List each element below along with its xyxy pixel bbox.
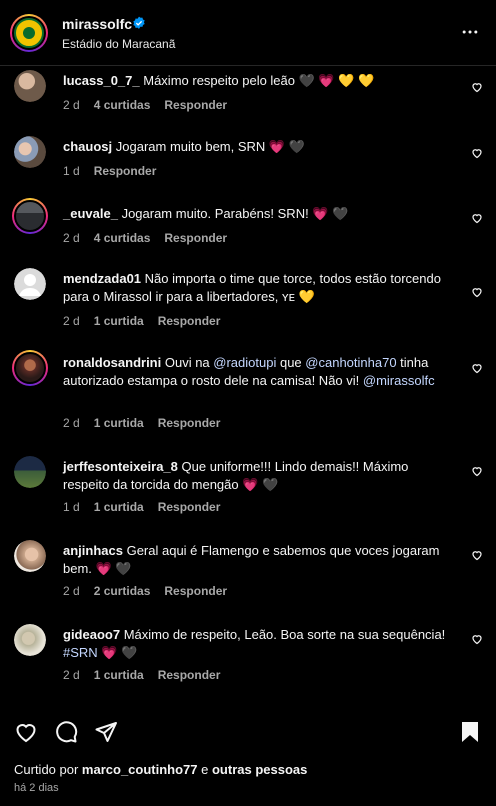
reply-button[interactable]: Responder: [164, 98, 227, 112]
heart-icon[interactable]: [471, 147, 483, 159]
heart-icon[interactable]: [471, 465, 483, 477]
comment-username[interactable]: _euvale_: [63, 206, 118, 221]
commenter-avatar[interactable]: [14, 540, 46, 572]
comment-text: Jogaram muito. Parabéns! SRN! 💗 🖤: [121, 206, 349, 221]
heart-icon[interactable]: [471, 81, 483, 93]
comment-text-part: Máximo de respeito, Leão. Boa sorte na s…: [123, 627, 446, 642]
comment-text-part: Ouvi na: [164, 355, 214, 370]
comment-time: 2 d: [63, 98, 80, 112]
commenter-avatar[interactable]: [12, 198, 48, 234]
commenter-avatar[interactable]: [12, 350, 48, 386]
heart-icon[interactable]: [471, 286, 483, 298]
comment-time: 2 d: [63, 584, 80, 598]
comment-time: 2 d: [63, 668, 80, 682]
comment-username[interactable]: jerffesonteixeira_8: [63, 459, 178, 474]
comment-username[interactable]: lucass_0_7_: [63, 73, 140, 88]
post-header: mirassolfc Estádio do Maracanã: [0, 0, 496, 66]
liked-by-others[interactable]: outras pessoas: [212, 762, 307, 777]
heart-icon[interactable]: [471, 212, 483, 224]
likes-summary: Curtido por marco_coutinho77 e outras pe…: [14, 762, 307, 777]
hashtag-link[interactable]: #SRN: [63, 645, 98, 660]
verified-badge-icon: [133, 16, 145, 29]
reply-button[interactable]: Responder: [164, 584, 227, 598]
comment-username[interactable]: chauosj: [63, 139, 112, 154]
comment-time: 2 d: [63, 231, 80, 245]
comment-username[interactable]: mendzada01: [63, 271, 141, 286]
liked-by-user[interactable]: marco_coutinho77: [82, 762, 198, 777]
comment-text: Máximo respeito pelo leão 🖤 💗 💛 💛: [143, 73, 375, 88]
comment-text-part: 💗 🖤: [97, 645, 138, 660]
like-heart-icon[interactable]: [14, 720, 38, 744]
comment-text-part: que: [276, 355, 306, 370]
commenter-avatar[interactable]: [14, 456, 46, 488]
comment-likes-count[interactable]: 1 curtida: [94, 416, 144, 430]
more-options-icon[interactable]: [460, 22, 480, 42]
commenter-avatar[interactable]: [14, 624, 46, 656]
heart-icon[interactable]: [471, 362, 483, 374]
post-location[interactable]: Estádio do Maracanã: [62, 37, 175, 51]
mention-link[interactable]: @canhotinha70: [305, 355, 396, 370]
comment-likes-count[interactable]: 1 curtida: [94, 500, 144, 514]
profile-username[interactable]: mirassolfc: [62, 16, 132, 32]
reply-button[interactable]: Responder: [158, 416, 221, 430]
comment-likes-count[interactable]: 1 curtida: [94, 314, 144, 328]
mention-link[interactable]: @radiotupi: [213, 355, 276, 370]
comment-username[interactable]: ronaldosandrini: [63, 355, 161, 370]
heart-icon[interactable]: [471, 549, 483, 561]
reply-button[interactable]: Responder: [158, 314, 221, 328]
comment-icon[interactable]: [54, 720, 78, 744]
heart-icon[interactable]: [471, 633, 483, 645]
likes-prefix: Curtido por: [14, 762, 82, 777]
reply-button[interactable]: Responder: [158, 500, 221, 514]
reply-button[interactable]: Responder: [164, 231, 227, 245]
comment-likes-count[interactable]: 1 curtida: [94, 668, 144, 682]
club-crest-icon: [14, 18, 44, 48]
comment-time: 1 d: [63, 500, 80, 514]
commenter-avatar[interactable]: [14, 268, 46, 300]
commenter-avatar[interactable]: [14, 70, 46, 102]
mention-link[interactable]: @mirassolfc: [363, 373, 435, 388]
comment-time: 1 d: [63, 164, 80, 178]
comment-time: 2 d: [63, 314, 80, 328]
commenter-avatar[interactable]: [14, 136, 46, 168]
post-time-ago: há 2 dias: [14, 782, 59, 794]
comment-username[interactable]: anjinhacs: [63, 543, 123, 558]
comment-likes-count[interactable]: 2 curtidas: [94, 584, 151, 598]
reply-button[interactable]: Responder: [158, 668, 221, 682]
share-icon[interactable]: [94, 720, 118, 744]
reply-button[interactable]: Responder: [94, 164, 157, 178]
comment-likes-count[interactable]: 4 curtidas: [94, 231, 151, 245]
comment-time: 2 d: [63, 416, 80, 430]
comment-likes-count[interactable]: 4 curtidas: [94, 98, 151, 112]
default-avatar-icon: [14, 268, 46, 300]
post-action-bar: [0, 716, 496, 748]
comment-text: Jogaram muito bem, SRN 💗 🖤: [115, 139, 305, 154]
bookmark-icon[interactable]: [458, 720, 482, 744]
profile-avatar[interactable]: [10, 14, 48, 52]
comment-username[interactable]: gideaoo7: [63, 627, 120, 642]
likes-and: e: [197, 762, 212, 777]
